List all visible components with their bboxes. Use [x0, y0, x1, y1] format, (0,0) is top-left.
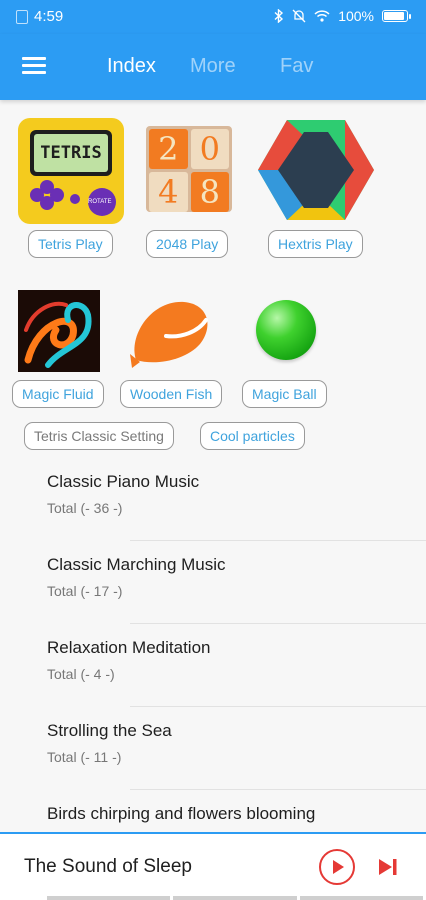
- wooden-fish-button[interactable]: Wooden Fish: [120, 380, 223, 408]
- magic-ball-thumbnail[interactable]: [256, 300, 316, 360]
- list-item[interactable]: Relaxation Meditation Total (- 4 -): [0, 624, 426, 707]
- magic-fluid-button[interactable]: Magic Fluid: [12, 380, 104, 408]
- battery-icon: [382, 10, 411, 22]
- playlist-list: Classic Piano Music Total (- 36 -) Class…: [0, 458, 426, 873]
- fluid-swirl-icon: [24, 301, 92, 368]
- play-icon[interactable]: [319, 849, 355, 885]
- playlist-title: Classic Piano Music: [47, 472, 200, 491]
- rotate-button-icon: ROTATE: [88, 188, 116, 216]
- wifi-icon: [314, 10, 330, 22]
- dpad-icon: [30, 188, 44, 202]
- hextris-thumbnail[interactable]: [258, 118, 374, 222]
- tile-digit: 8: [190, 172, 229, 212]
- status-time: 4:59: [34, 8, 64, 25]
- progress-segment: [47, 896, 171, 900]
- progress-segment: [299, 896, 423, 900]
- playlist-total: Total (- 11 -): [47, 749, 122, 765]
- 2048-play-button[interactable]: 2048 Play: [146, 230, 229, 258]
- tile-digit: 0: [190, 129, 229, 169]
- cool-particles-button[interactable]: Cool particles: [200, 422, 305, 450]
- tetris-thumbnail[interactable]: TETRIS ROTATE: [18, 118, 124, 224]
- mini-player: The Sound of Sleep: [0, 832, 426, 900]
- tab-more[interactable]: More: [190, 55, 236, 78]
- playlist-title: Strolling the Sea: [47, 721, 172, 740]
- app-bar: Index More Fav: [0, 34, 426, 100]
- playlist-total: Total (- 17 -): [47, 583, 123, 599]
- progress-bar[interactable]: [47, 896, 423, 900]
- list-item[interactable]: Strolling the Sea Total (- 11 -): [0, 707, 426, 790]
- tab-fav[interactable]: Fav: [280, 55, 313, 78]
- button-dot: [70, 194, 80, 204]
- magic-fluid-thumbnail[interactable]: [18, 290, 100, 372]
- playlist-title: Relaxation Meditation: [47, 638, 211, 657]
- notification-icon: [16, 9, 28, 24]
- skip-next-icon[interactable]: [377, 856, 399, 878]
- tetris-classic-setting-button[interactable]: Tetris Classic Setting: [24, 422, 174, 450]
- status-right: 100%: [274, 8, 411, 24]
- battery-percent: 100%: [338, 8, 374, 24]
- tab-index[interactable]: Index: [107, 55, 156, 78]
- now-playing-title: The Sound of Sleep: [24, 856, 192, 877]
- hextris-play-button[interactable]: Hextris Play: [268, 230, 363, 258]
- tile-digit: 4: [149, 172, 188, 212]
- bluetooth-icon: [274, 9, 284, 23]
- progress-segment: [173, 896, 297, 900]
- tetris-play-button[interactable]: Tetris Play: [28, 230, 113, 258]
- 2048-thumbnail[interactable]: 2 0 4 8: [146, 126, 232, 212]
- playlist-total: Total (- 36 -): [47, 500, 123, 516]
- tetris-screen-text: TETRIS: [34, 134, 108, 172]
- tetris-play-chip-wrap: Tetris Play: [28, 230, 113, 258]
- mute-bell-icon: [292, 9, 306, 23]
- list-item[interactable]: Classic Marching Music Total (- 17 -): [0, 541, 426, 624]
- wooden-fish-thumbnail[interactable]: [126, 296, 216, 372]
- status-left: 4:59: [16, 8, 63, 25]
- list-item[interactable]: Classic Piano Music Total (- 36 -): [0, 458, 426, 541]
- menu-icon[interactable]: [22, 57, 46, 75]
- playlist-title: Birds chirping and flowers blooming: [47, 804, 316, 823]
- status-bar: 4:59 100%: [0, 0, 426, 34]
- tile-digit: 2: [149, 129, 188, 169]
- playlist-total: Total (- 4 -): [47, 666, 115, 682]
- magic-ball-button[interactable]: Magic Ball: [242, 380, 327, 408]
- playlist-title: Classic Marching Music: [47, 555, 226, 574]
